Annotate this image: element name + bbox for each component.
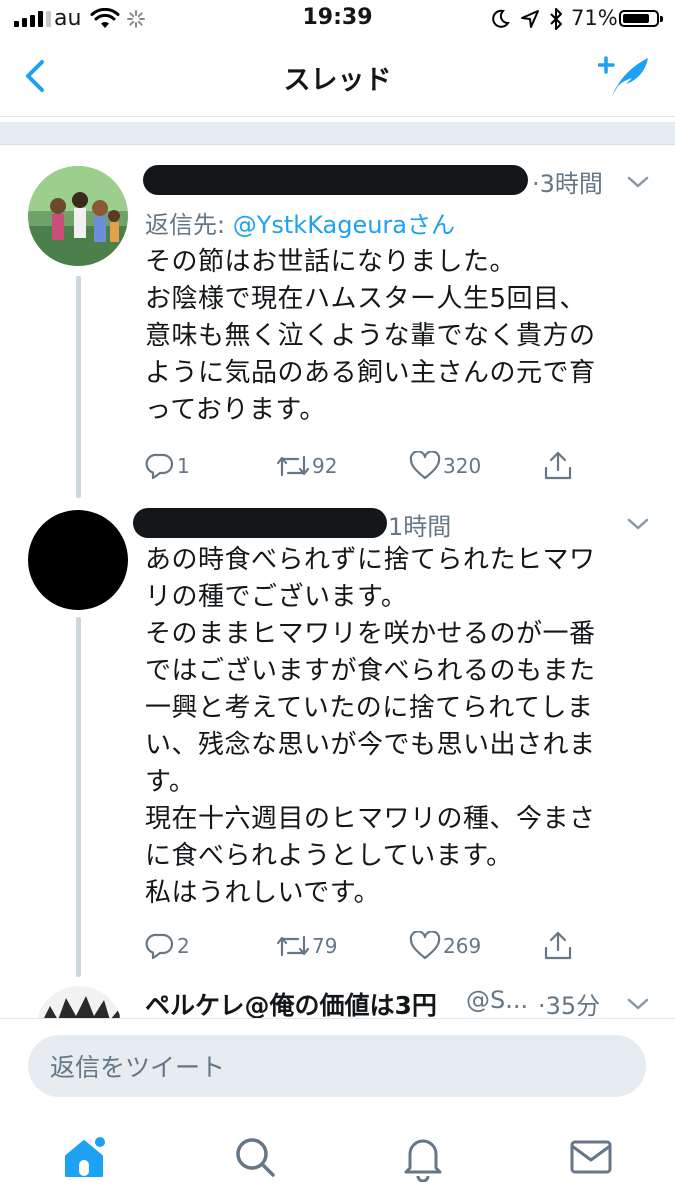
redacted-username [143, 165, 528, 195]
do-not-disturb-moon-icon [492, 9, 510, 28]
retweet-icon [276, 935, 310, 957]
location-arrow-icon [521, 10, 539, 28]
tweet-text: その節はお世話になりました。 お陰様で現在ハムスター人生5回目、 意味も無く泣く… [145, 247, 596, 425]
chevron-down-icon[interactable] [626, 996, 650, 1012]
reply-icon [145, 453, 174, 480]
tweet-author-handle[interactable]: @S... [466, 986, 528, 1014]
retweet-button[interactable]: 92 [276, 448, 337, 484]
navigation-bar: スレッド [0, 38, 675, 117]
reply-composer: 返信をツイート [0, 1018, 675, 1111]
retweet-count: 79 [312, 934, 338, 958]
like-button[interactable]: 269 [409, 928, 481, 964]
share-icon[interactable] [543, 450, 573, 482]
compose-tweet-button[interactable] [598, 52, 652, 102]
like-count: 269 [443, 934, 482, 958]
heart-icon [409, 451, 441, 480]
retweet-button[interactable]: 79 [276, 928, 337, 964]
tweet-timestamp: ·3時間 [532, 170, 603, 198]
avatar[interactable] [28, 166, 128, 266]
tab-messages[interactable] [566, 1132, 616, 1182]
share-icon[interactable] [543, 930, 573, 962]
like-button[interactable]: 320 [409, 448, 481, 484]
reply-button[interactable]: 2 [145, 928, 190, 964]
bell-icon [404, 1139, 442, 1182]
bluetooth-icon [550, 8, 562, 30]
avatar[interactable] [28, 510, 128, 610]
search-icon [236, 1138, 275, 1177]
reply-to-handle-link[interactable]: @YstkKageuraさん [233, 211, 455, 239]
reply-count: 2 [177, 934, 190, 958]
timeline-gap [0, 122, 675, 145]
reply-to-label: 返信先: [145, 211, 233, 239]
tweet-timestamp: 1時間 [388, 513, 452, 541]
compose-quill-icon [598, 56, 648, 96]
tab-home[interactable] [60, 1132, 110, 1182]
reply-count: 1 [177, 454, 190, 478]
tab-search[interactable] [230, 1132, 280, 1182]
tab-notifications[interactable] [398, 1132, 448, 1182]
envelope-icon [570, 1140, 612, 1174]
home-icon [65, 1137, 105, 1177]
tab-bar [0, 1110, 675, 1200]
chevron-down-icon[interactable] [626, 174, 650, 190]
chevron-down-icon[interactable] [626, 516, 650, 532]
page-title: スレッド [283, 65, 392, 96]
tweet-author-name[interactable]: ペルケレ@俺の価値は3円 [145, 986, 437, 1022]
retweet-count: 92 [312, 454, 338, 478]
heart-icon [409, 931, 441, 960]
like-count: 320 [443, 454, 482, 478]
redacted-username [133, 508, 387, 538]
reply-to-line: 返信先: @YstkKageuraさん [145, 205, 455, 240]
status-bar: au 19:39 71% [0, 0, 675, 38]
reply-button[interactable]: 1 [145, 448, 190, 484]
reply-input[interactable]: 返信をツイート [28, 1035, 646, 1097]
battery-icon [619, 10, 663, 27]
tweet-timestamp: ·35分 [538, 992, 601, 1020]
reply-icon [145, 933, 174, 960]
tweet-text: あの時食べられずに捨てられたヒマワ リの種でございます。 そのままヒマワリを咲か… [145, 545, 596, 908]
thread-connector [76, 276, 81, 498]
retweet-icon [276, 455, 310, 477]
thread-connector [76, 617, 81, 977]
battery-percentage: 71% [571, 6, 618, 30]
